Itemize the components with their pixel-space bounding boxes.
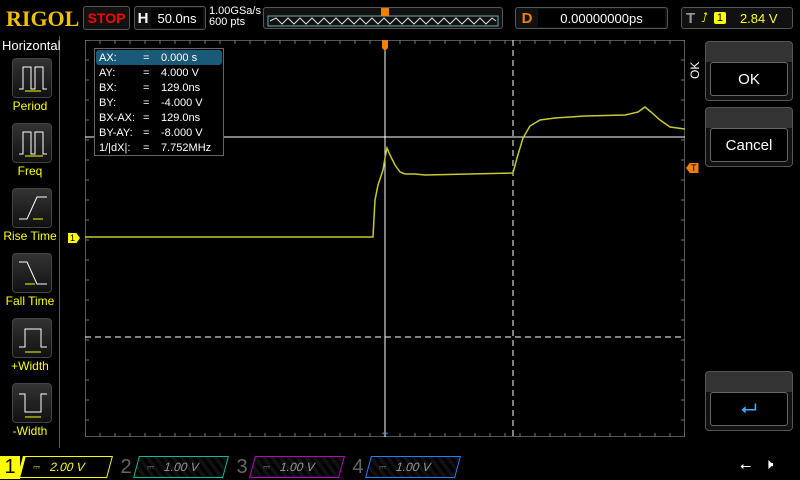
dc-coupling-icon: ⎓	[262, 462, 272, 473]
cursor-readout-table: AX:=0.000 sAY:=4.000 VBX:=129.0nsBY:=-4.…	[94, 48, 224, 156]
memory-overview[interactable]	[263, 7, 503, 29]
equals: =	[143, 142, 161, 154]
channel-scale: 1.00 V	[162, 460, 200, 474]
channel-1-button[interactable]: 1⎓2.00 V	[0, 456, 110, 478]
timebase-value: 50.0ns	[151, 8, 203, 28]
cursor-row: AX:=0.000 s	[96, 50, 222, 65]
fall-time-label: Fall Time	[0, 294, 60, 308]
channel-scale: 1.00 V	[394, 460, 432, 474]
trigger-level: 2.84 V	[740, 11, 778, 26]
rigol-logo: RIGOL	[6, 6, 79, 32]
neg-width-icon	[13, 384, 53, 424]
cursor-key: BX-AX:	[99, 112, 143, 124]
memory-depth: 600 pts	[209, 17, 261, 28]
cursor-key: BX:	[99, 82, 143, 94]
delay-value: 0.00000000ps	[538, 9, 665, 27]
neg-width-button[interactable]	[12, 383, 52, 423]
rise-time-icon	[13, 189, 53, 229]
trigger-box[interactable]: T ⭜ 1 2.84 V	[681, 7, 793, 29]
trigger-position-marker	[382, 40, 388, 51]
freq-label: Freq	[0, 164, 60, 178]
ch1-offset-marker[interactable]: 1	[68, 233, 80, 243]
back-button[interactable]: ⮠	[705, 371, 793, 431]
rise-time-label: Rise Time	[0, 229, 60, 243]
period-label: Period	[0, 99, 60, 113]
cursor-key: AY:	[99, 67, 143, 79]
fall-time-icon	[13, 254, 53, 294]
horizontal-center-marker: ↔	[380, 427, 390, 437]
channel-2-button[interactable]: 2⎓1.00 V	[116, 456, 226, 478]
panel-label: OK	[688, 40, 702, 100]
equals: =	[143, 67, 161, 79]
menu-title: Horizontal	[2, 38, 61, 53]
horizontal-measure-menu: Horizontal Period Freq Rise Time Fall Ti…	[0, 36, 60, 448]
cursor-value: 129.0ns	[161, 112, 200, 124]
trigger-source: 1	[714, 12, 726, 24]
usb-icon: ⭠	[740, 457, 751, 474]
timebase-box[interactable]: H50.0ns	[134, 6, 206, 30]
cursor-value: 129.0ns	[161, 82, 200, 94]
return-icon: ⮠	[710, 392, 788, 426]
trigger-position-marker	[381, 8, 389, 16]
neg-width-label: -Width	[0, 424, 60, 438]
cursor-row: BX-AX:=129.0ns	[96, 110, 222, 125]
channel-scale: 2.00 V	[48, 460, 86, 474]
channel-3-button[interactable]: 3⎓1.00 V	[232, 456, 342, 478]
ok-label: OK	[710, 62, 788, 96]
dc-coupling-icon: ⎓	[378, 462, 388, 473]
cursor-row: BX:=129.0ns	[96, 80, 222, 95]
cursor-value: -4.000 V	[161, 97, 203, 109]
channel-4-button[interactable]: 4⎓1.00 V	[348, 456, 458, 478]
period-button[interactable]	[12, 58, 52, 98]
delay-label: D	[516, 10, 538, 27]
pos-width-icon	[13, 319, 53, 359]
pos-width-button[interactable]	[12, 318, 52, 358]
delay-box[interactable]: D0.00000000ps	[515, 7, 668, 29]
cursor-key: BY-AY:	[99, 127, 143, 139]
freq-button[interactable]	[12, 123, 52, 163]
trigger-level-marker[interactable]: T	[686, 163, 699, 173]
cursor-key: BY:	[99, 97, 143, 109]
cancel-button[interactable]: Cancel	[705, 107, 793, 167]
ok-button[interactable]: OK	[705, 41, 793, 101]
cursor-row: AY:=4.000 V	[96, 65, 222, 80]
speaker-mute-icon[interactable]: 🕨	[764, 456, 773, 473]
pos-width-label: +Width	[0, 359, 60, 373]
cursor-key: 1/|dX|:	[99, 142, 143, 154]
cursor-value: 0.000 s	[161, 52, 197, 64]
memory-waveform-icon	[264, 8, 502, 28]
equals: =	[143, 52, 161, 64]
equals: =	[143, 112, 161, 124]
period-icon	[13, 59, 53, 99]
cursor-key: AX:	[99, 52, 143, 64]
freq-icon	[13, 124, 53, 164]
trigger-label: T	[686, 10, 695, 27]
equals: =	[143, 97, 161, 109]
equals: =	[143, 127, 161, 139]
cursor-row: BY-AY:=-8.000 V	[96, 125, 222, 140]
cancel-label: Cancel	[710, 128, 788, 162]
cursor-row: 1/|dX|:=7.752MHz	[96, 140, 222, 155]
fall-time-button[interactable]	[12, 253, 52, 293]
cursor-value: 4.000 V	[161, 67, 199, 79]
run-stop-status[interactable]: STOP	[83, 6, 130, 30]
cursor-value: 7.752MHz	[161, 142, 211, 154]
cursor-value: -8.000 V	[161, 127, 203, 139]
cursor-row: BY:=-4.000 V	[96, 95, 222, 110]
channel-scale: 1.00 V	[278, 460, 316, 474]
rising-edge-icon: ⭜	[701, 10, 708, 26]
rise-time-button[interactable]	[12, 188, 52, 228]
acquisition-info: 1.00GSa/s600 pts	[209, 6, 261, 28]
h-label: H	[135, 10, 151, 27]
equals: =	[143, 82, 161, 94]
dc-coupling-icon: ⎓	[146, 462, 156, 473]
dc-coupling-icon: ⎓	[32, 462, 42, 473]
